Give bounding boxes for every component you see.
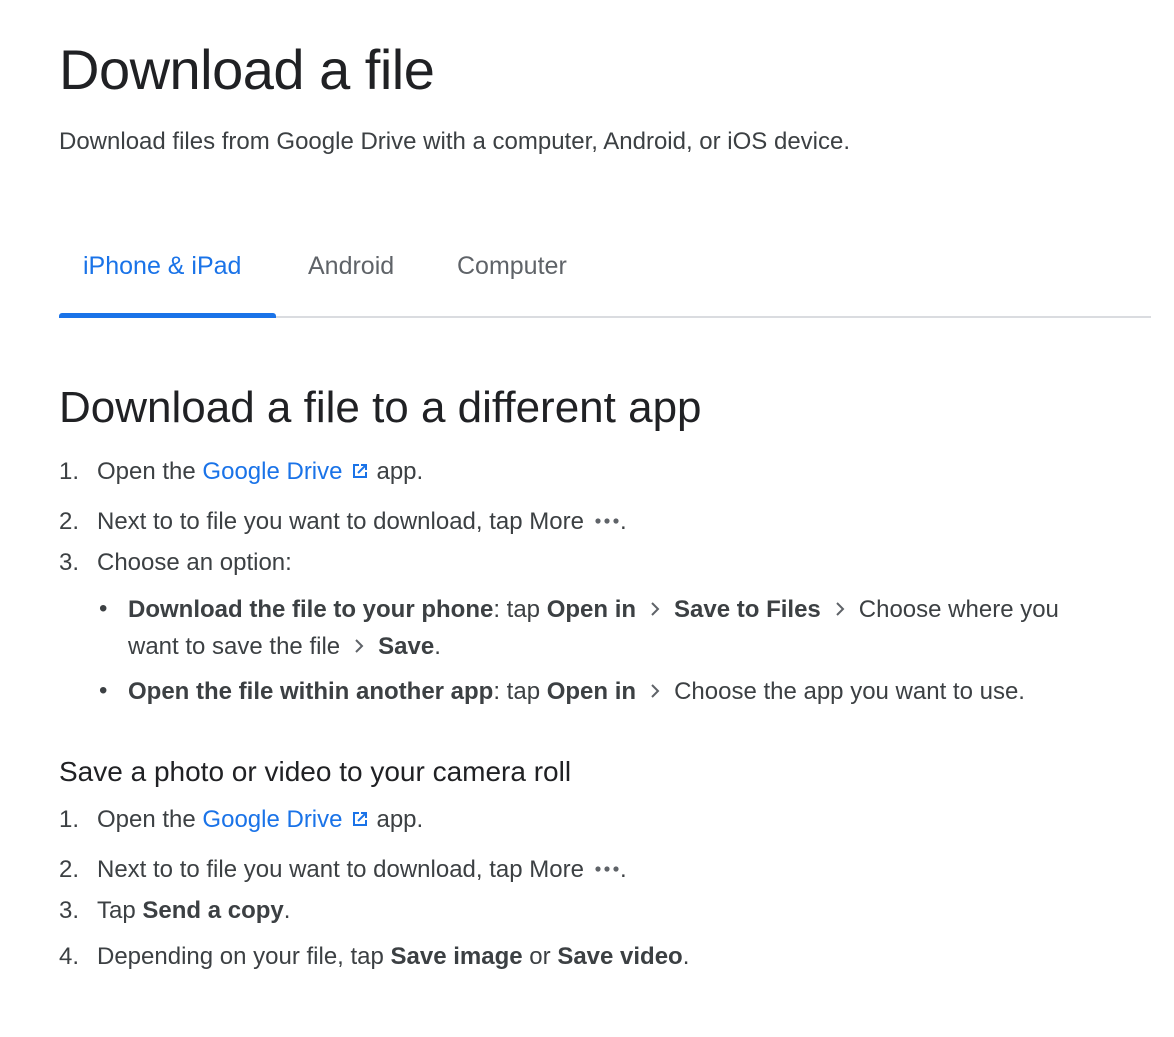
save-video-label: Save video [557, 943, 683, 970]
more-horiz-icon [594, 500, 620, 536]
page-title: Download a file [59, 38, 435, 101]
list-item: 1. Open the Google Drive app. [59, 802, 423, 840]
step-text-end: . [682, 943, 690, 970]
save-label: Save [378, 633, 435, 660]
list-item: 3. Choose an option: [59, 545, 292, 581]
step-text: Depending on your file, tap [97, 943, 391, 970]
google-drive-link[interactable]: Google Drive [202, 458, 342, 485]
page-subtitle: Download files from Google Drive with a … [59, 128, 851, 155]
google-drive-link[interactable]: Google Drive [202, 806, 342, 833]
step-text: Choose an option: [97, 549, 292, 576]
option-label: Open the file within another app [128, 678, 494, 705]
external-link-icon [350, 456, 370, 492]
step-text-end: app. [376, 458, 424, 485]
bullet-text-part: . [434, 633, 441, 660]
step-text: Tap [97, 897, 143, 924]
save-to-files-label: Save to Files [674, 596, 821, 623]
chevron-right-icon [650, 591, 660, 627]
bullet-dot: • [99, 595, 108, 622]
step-text-end: . [283, 897, 291, 924]
tab-computer[interactable]: Computer [457, 240, 567, 314]
step-text-end: . [619, 856, 627, 883]
bullet-text-part: : tap [493, 678, 547, 705]
save-image-label: Save image [390, 943, 523, 970]
list-item: 1. Open the Google Drive app. [59, 454, 423, 492]
list-item: 4. Depending on your file, tap Save image… [59, 939, 689, 975]
step-number: 2. [59, 508, 80, 535]
bullet-text-part: : tap [493, 596, 547, 623]
external-link-icon [350, 804, 370, 840]
step-text: Next to to file you want to download, ta… [97, 508, 584, 535]
step-number: 1. [59, 458, 80, 485]
bullet-text-part: Choose where you [858, 596, 1059, 623]
send-a-copy-label: Send a copy [142, 897, 284, 924]
step-number: 4. [59, 943, 80, 970]
list-item: 3. Tap Send a copy. [59, 893, 290, 929]
step-text: Open the [97, 806, 203, 833]
step-text-end: app. [376, 806, 424, 833]
tab-iphone-ipad[interactable]: iPhone & iPad [83, 240, 241, 314]
chevron-right-icon [354, 628, 364, 664]
open-in-label: Open in [546, 678, 637, 705]
bullet-text-part: Choose the app you want to use. [674, 678, 1025, 705]
section-title-different-app: Download a file to a different app [59, 383, 702, 432]
option-label: Download the file to your phone [128, 596, 494, 623]
step-number: 1. [59, 806, 80, 833]
active-tab-indicator [59, 313, 276, 318]
section-title-camera-roll: Save a photo or video to your camera rol… [59, 756, 572, 787]
step-text-end: . [619, 508, 627, 535]
tab-android[interactable]: Android [308, 240, 394, 314]
chevron-right-icon [650, 673, 660, 709]
bullet-text-part: want to save the file [128, 633, 341, 660]
list-item: 2. Next to to file you want to download, … [59, 848, 627, 888]
step-number: 3. [59, 549, 80, 576]
open-in-label: Open in [546, 596, 637, 623]
platform-tabs: iPhone & iPad Android Computer [59, 240, 1151, 318]
chevron-right-icon [835, 591, 845, 627]
bullet-dot: • [99, 677, 108, 704]
more-horiz-icon [594, 848, 620, 884]
bullet-text: Download the file to your phone: tap Ope… [128, 591, 1148, 665]
step-text: Next to to file you want to download, ta… [97, 856, 584, 883]
step-text-mid: or [522, 943, 558, 970]
step-number: 3. [59, 897, 80, 924]
bullet-text: Open the file within another app: tap Op… [128, 673, 1148, 710]
step-text: Open the [97, 458, 203, 485]
step-number: 2. [59, 856, 80, 883]
list-item: 2. Next to to file you want to download, … [59, 500, 627, 540]
